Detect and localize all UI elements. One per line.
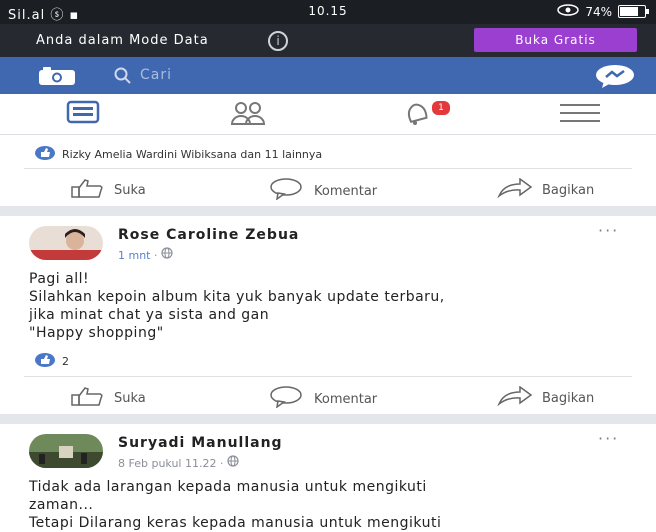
post-body: Tidak ada larangan kepada manusia untuk … bbox=[29, 479, 442, 531]
reaction-count: 2 bbox=[62, 355, 69, 368]
status-right: 74% bbox=[557, 4, 649, 19]
battery-percent: 74% bbox=[585, 4, 612, 19]
messenger-icon[interactable] bbox=[594, 64, 636, 92]
post-body: Pagi all! Silahkan kepoin album kita yuk… bbox=[29, 271, 445, 341]
like-label: Suka bbox=[114, 390, 146, 406]
comment-label: Komentar bbox=[314, 391, 378, 407]
data-mode-text: Anda dalam Mode Data bbox=[36, 33, 209, 48]
eye-icon bbox=[557, 4, 580, 19]
notifications-icon[interactable] bbox=[400, 100, 434, 130]
info-icon[interactable]: i bbox=[268, 31, 288, 51]
likes-summary[interactable]: Rizky Amelia Wardini Wibiksana dan 11 la… bbox=[34, 145, 322, 164]
share-label: Bagikan bbox=[542, 182, 595, 198]
fb-top-bar bbox=[0, 57, 656, 94]
globe-icon bbox=[161, 247, 173, 262]
feed-separator bbox=[0, 206, 656, 216]
like-label: Suka bbox=[114, 182, 146, 198]
reaction-summary[interactable]: 2 bbox=[34, 352, 69, 371]
camera-icon[interactable] bbox=[37, 66, 77, 90]
meta-dot: · bbox=[154, 249, 161, 262]
post-time[interactable]: 8 Feb pukul 11.22 bbox=[118, 457, 216, 470]
share-button[interactable]: Bagikan bbox=[496, 177, 595, 202]
comment-button[interactable]: Komentar bbox=[268, 386, 377, 412]
thumbs-up-icon bbox=[70, 178, 106, 202]
post-meta: 8 Feb pukul 11.22 · bbox=[118, 455, 239, 470]
globe-icon bbox=[227, 455, 239, 470]
post-author[interactable]: Suryadi Manullang bbox=[118, 435, 283, 451]
feed-separator bbox=[0, 414, 656, 424]
menu-icon[interactable] bbox=[560, 103, 600, 127]
post-author[interactable]: Rose Caroline Zebua bbox=[118, 227, 299, 243]
news-feed-icon[interactable] bbox=[66, 100, 100, 128]
share-button[interactable]: Bagikan bbox=[496, 385, 595, 410]
like-button[interactable]: Suka bbox=[70, 386, 146, 410]
comment-icon bbox=[268, 386, 306, 412]
post-meta: 1 mnt · bbox=[118, 247, 173, 262]
likes-summary-text: Rizky Amelia Wardini Wibiksana dan 11 la… bbox=[62, 148, 323, 161]
share-icon bbox=[496, 177, 534, 202]
share-label: Bagikan bbox=[542, 390, 595, 406]
like-reaction-icon bbox=[34, 145, 56, 164]
like-reaction-icon bbox=[34, 352, 56, 371]
notification-badge: 1 bbox=[430, 99, 452, 117]
battery-icon bbox=[618, 5, 649, 18]
status-bar: Sil.al ⓢ ▪ 10.15 74% bbox=[0, 0, 656, 24]
more-options-icon[interactable]: ··· bbox=[598, 221, 619, 240]
thumbs-up-icon bbox=[70, 386, 106, 410]
divider bbox=[24, 376, 632, 377]
search-input[interactable]: Cari bbox=[140, 67, 172, 83]
search-icon[interactable] bbox=[114, 67, 132, 89]
avatar[interactable] bbox=[29, 434, 103, 468]
buka-gratis-button[interactable]: Buka Gratis bbox=[474, 28, 637, 52]
share-icon bbox=[496, 385, 534, 410]
comment-label: Komentar bbox=[314, 183, 378, 199]
divider bbox=[24, 168, 632, 169]
friends-icon[interactable] bbox=[229, 100, 267, 130]
like-button[interactable]: Suka bbox=[70, 178, 146, 202]
comment-icon bbox=[268, 178, 306, 204]
post-time[interactable]: 1 mnt bbox=[118, 249, 151, 262]
meta-dot: · bbox=[219, 457, 227, 470]
avatar[interactable] bbox=[29, 226, 103, 260]
more-options-icon[interactable]: ··· bbox=[598, 429, 619, 448]
comment-button[interactable]: Komentar bbox=[268, 178, 377, 204]
